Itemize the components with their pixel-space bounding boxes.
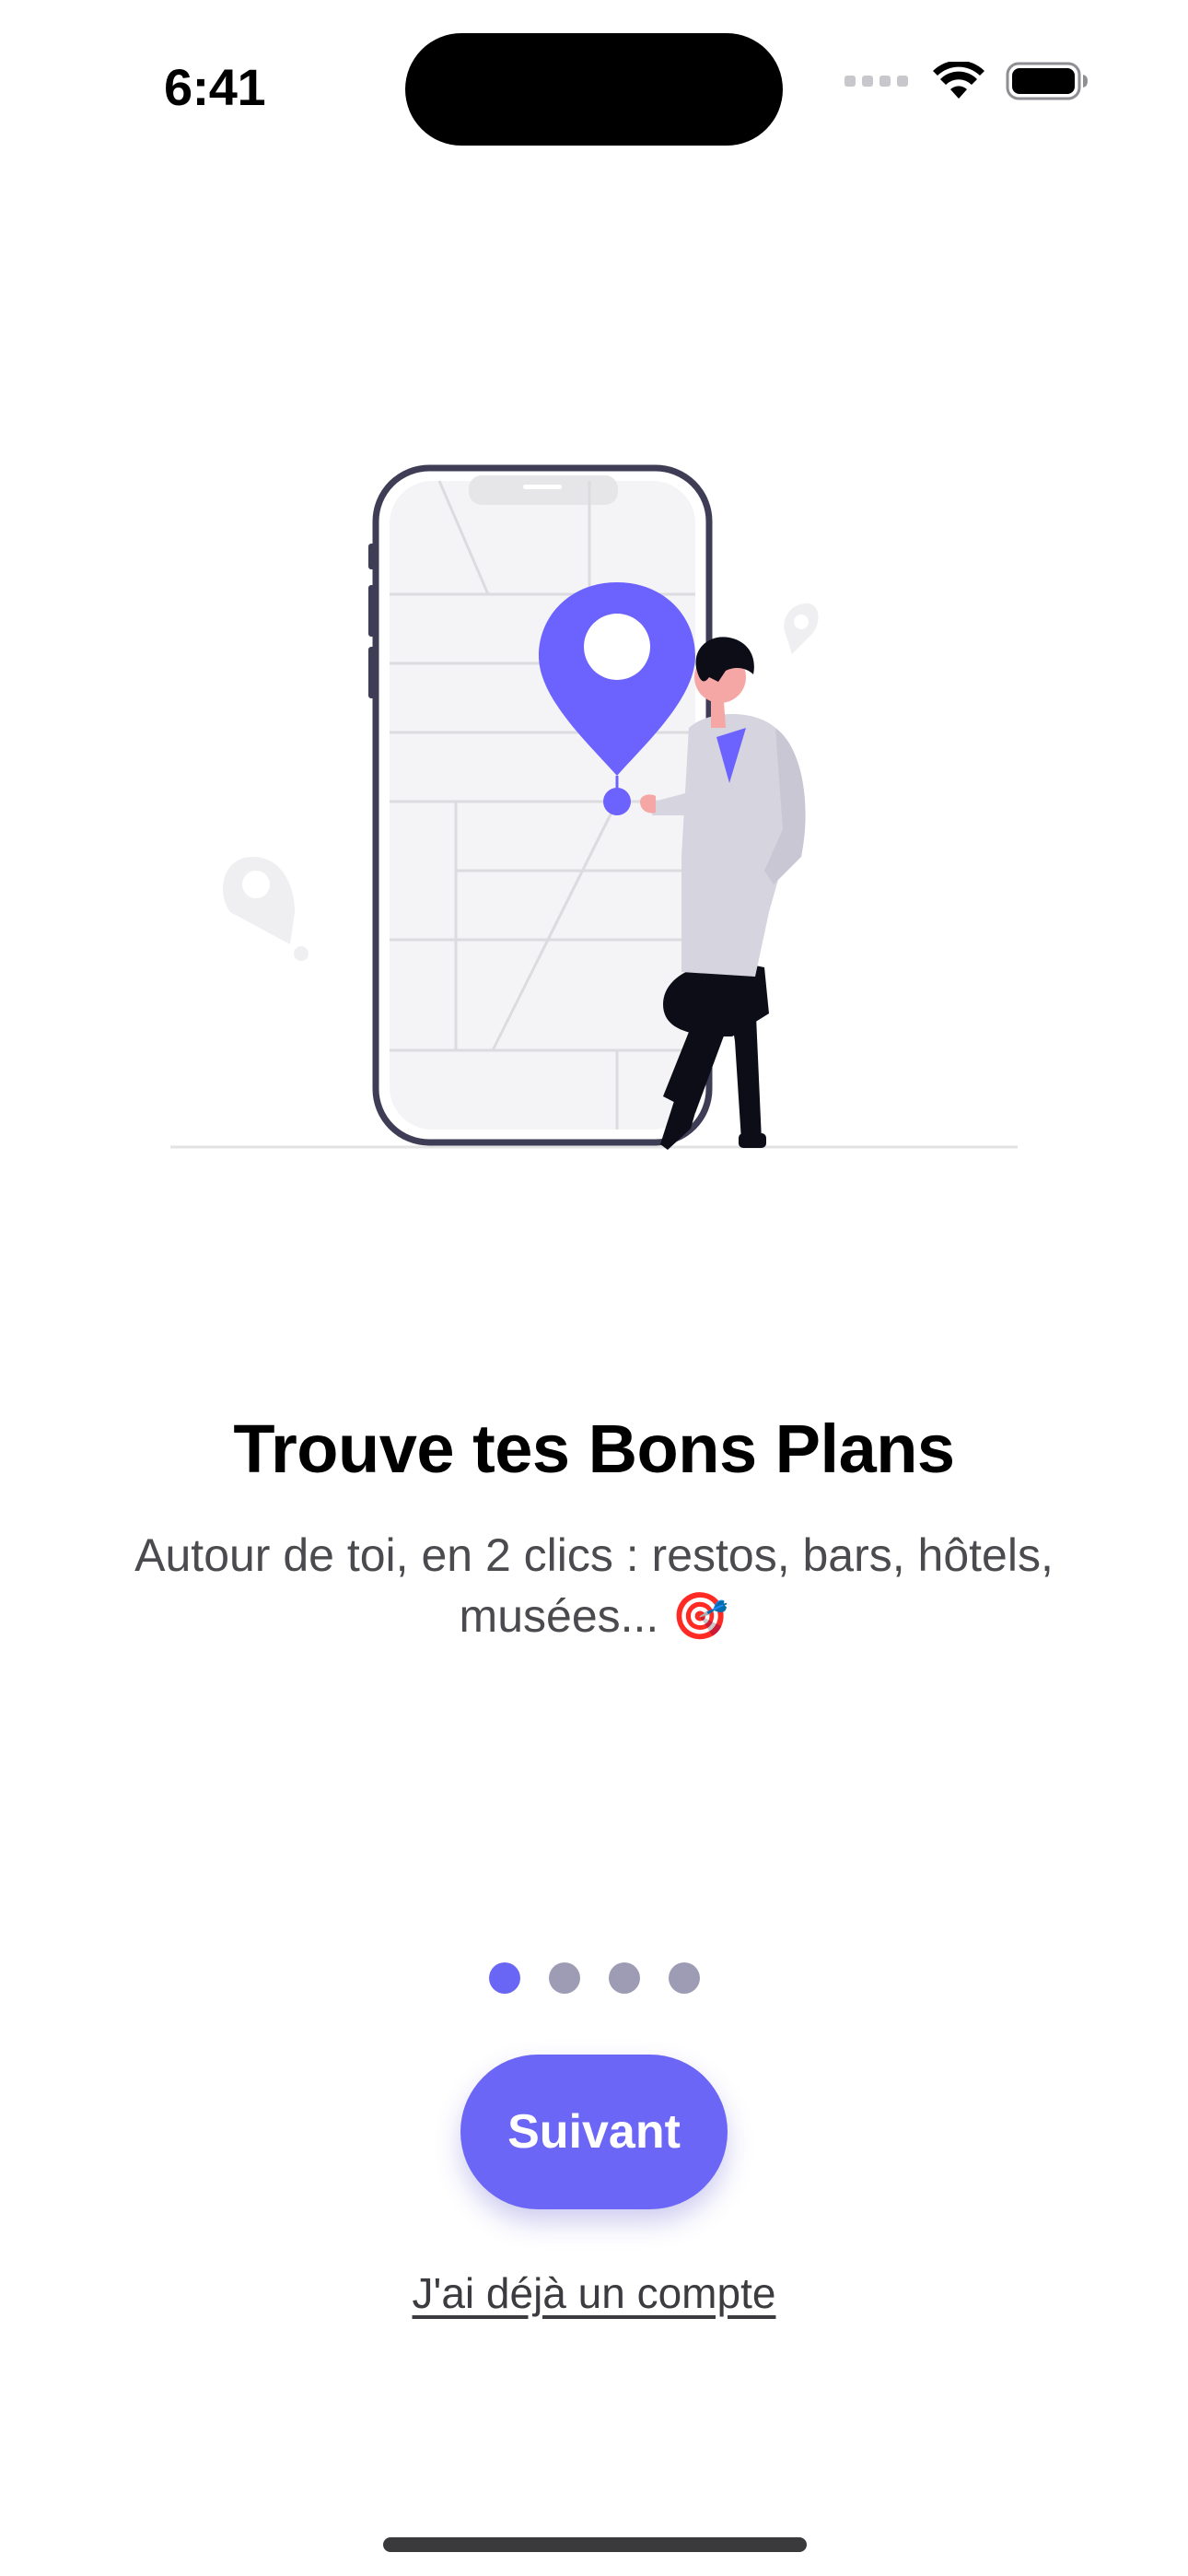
next-button[interactable]: Suivant xyxy=(460,2055,728,2209)
page-dot-1[interactable] xyxy=(488,1962,520,1994)
page-dot-4[interactable] xyxy=(668,1962,700,1994)
status-icons xyxy=(844,61,1089,101)
page-dot-2[interactable] xyxy=(548,1962,580,1994)
dynamic-island xyxy=(405,33,783,146)
onboarding-illustration xyxy=(170,464,1018,1150)
pagination-dots xyxy=(0,1962,1188,1994)
decorative-pin-icon-left xyxy=(223,857,309,961)
login-link[interactable]: J'ai déjà un compte xyxy=(0,2268,1188,2318)
home-indicator[interactable] xyxy=(383,2537,807,2552)
signal-dots-icon xyxy=(844,76,908,87)
decorative-pin-icon-right xyxy=(784,603,819,654)
wifi-icon xyxy=(933,62,984,99)
status-time: 6:41 xyxy=(164,58,266,116)
page-dot-3[interactable] xyxy=(608,1962,640,1994)
onboarding-subtitle: Autour de toi, en 2 clics : restos, bars… xyxy=(134,1529,1054,1642)
battery-icon xyxy=(1006,62,1088,100)
onboarding-title: Trouve tes Bons Plans xyxy=(233,1411,955,1487)
